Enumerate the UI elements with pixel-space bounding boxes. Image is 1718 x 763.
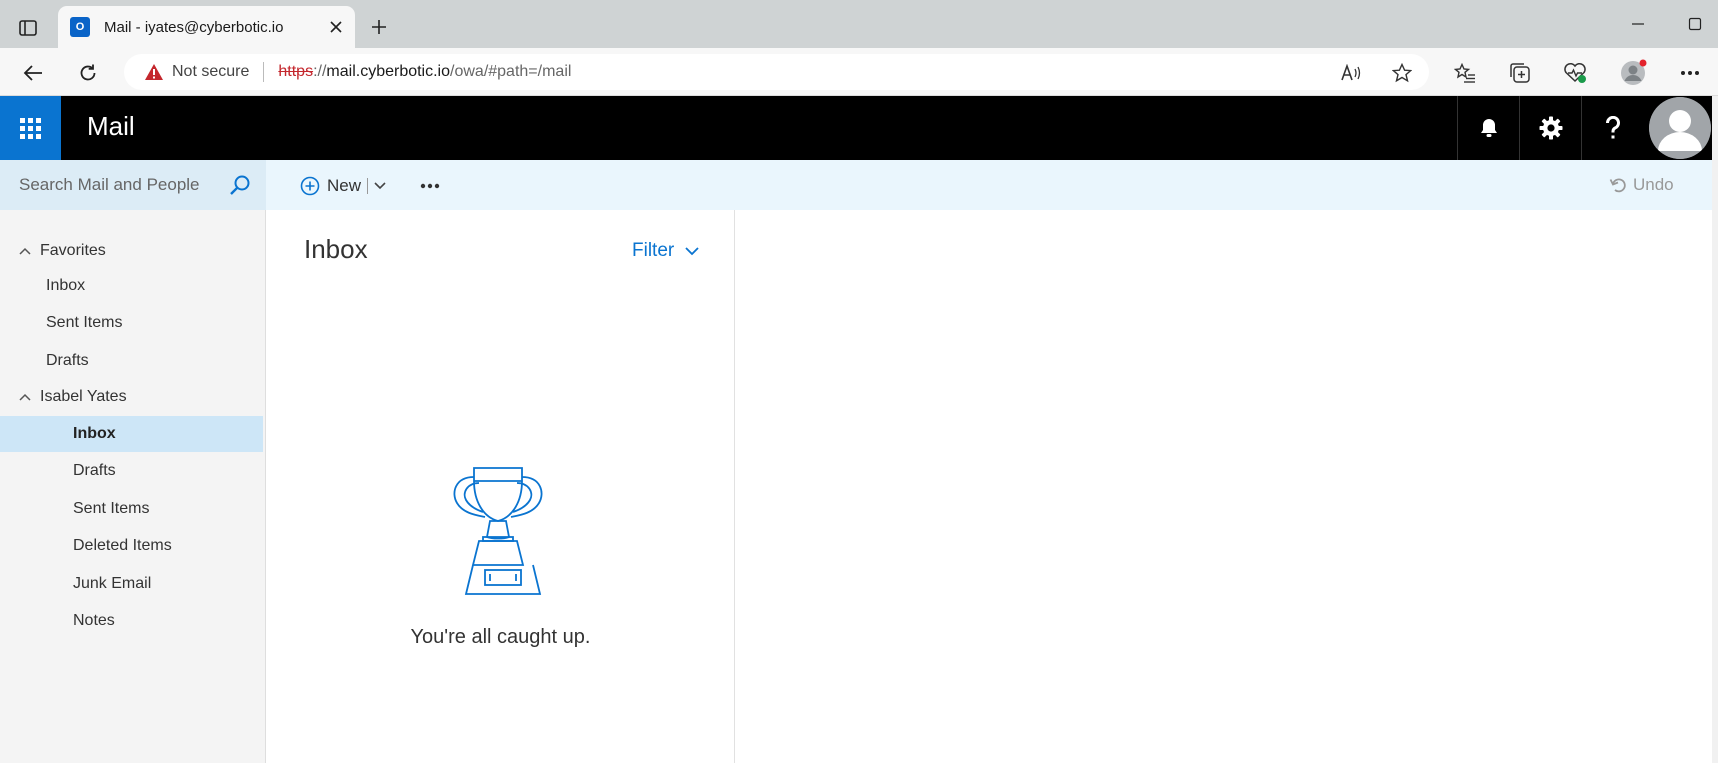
back-icon[interactable] (18, 58, 48, 88)
url-scheme: https (278, 63, 314, 80)
url-separator: :// (313, 63, 327, 80)
url-host: mail.cyberbotic.io (326, 63, 451, 80)
search-input[interactable] (19, 175, 219, 195)
favorites-label: Favorites (40, 242, 106, 259)
maximize-icon[interactable] (1678, 10, 1712, 38)
undo-icon (1609, 178, 1626, 193)
refresh-icon[interactable] (73, 58, 103, 88)
favorite-star-icon[interactable] (1389, 60, 1415, 86)
new-button-divider (367, 178, 369, 194)
url-text[interactable]: https://mail.cyberbotic.io/owa/#path=/ma… (278, 63, 571, 81)
tab-close-icon[interactable] (323, 14, 349, 40)
chevron-down-icon (684, 243, 700, 259)
folder-favorites-inbox[interactable]: Inbox (0, 268, 263, 304)
folder-favorites-drafts[interactable]: Drafts (0, 343, 263, 379)
search-icon[interactable] (228, 173, 252, 197)
empty-state-message: You're all caught up. (410, 626, 591, 648)
folder-favorites-sent-items[interactable]: Sent Items (0, 305, 263, 341)
message-list-title: Inbox (304, 234, 368, 264)
account-group-header[interactable]: Isabel Yates (0, 382, 266, 412)
new-tab-icon[interactable] (365, 13, 393, 41)
profile-icon[interactable] (1619, 59, 1647, 87)
settings-more-icon[interactable] (1676, 59, 1704, 87)
folder-notes[interactable]: Notes (0, 603, 263, 639)
folder-deleted-items[interactable]: Deleted Items (0, 528, 263, 564)
not-secure-label[interactable]: Not secure (172, 63, 249, 81)
app-title: Mail (87, 111, 135, 141)
search-box (0, 160, 266, 210)
settings-gear-icon[interactable] (1519, 96, 1581, 160)
message-list: Inbox Filter You're all caught up. (266, 210, 735, 763)
undo-button[interactable]: Undo (1609, 172, 1674, 198)
undo-label: Undo (1633, 175, 1674, 194)
add-circle-icon (300, 176, 320, 196)
folder-inbox[interactable]: Inbox (0, 416, 263, 452)
page-scrollbar[interactable] (1712, 96, 1718, 763)
chevron-down-icon[interactable] (372, 178, 388, 194)
new-button-label: New (327, 176, 362, 195)
browser-address-bar: Not secure https://mail.cyberbotic.io/ow… (0, 48, 1718, 96)
browser-essentials-icon[interactable] (1561, 59, 1589, 87)
owa-header: Mail (0, 96, 1718, 160)
filter-button[interactable]: Filter (632, 240, 700, 262)
favorites-list-icon[interactable] (1451, 59, 1479, 87)
more-options-icon[interactable] (416, 173, 444, 199)
app-launcher-icon[interactable] (0, 96, 61, 160)
address-divider (263, 62, 265, 82)
chevron-up-icon (18, 390, 32, 404)
collections-icon[interactable] (1506, 59, 1534, 87)
account-name-label: Isabel Yates (40, 388, 127, 405)
folder-junk-email[interactable]: Junk Email (0, 566, 263, 602)
tab-title: Mail - iyates@cyberbotic.io (104, 18, 284, 36)
read-aloud-icon[interactable] (1338, 60, 1364, 86)
command-bar: New Undo (0, 160, 1718, 210)
new-message-button[interactable]: New (300, 173, 388, 199)
outlook-icon: O (70, 17, 90, 37)
tab-actions-icon[interactable] (14, 14, 42, 42)
browser-tab-active[interactable]: O Mail - iyates@cyberbotic.io (58, 6, 355, 48)
chevron-up-icon (18, 244, 32, 258)
warning-icon (144, 62, 164, 82)
folder-pane: Favorites Inbox Sent Items Drafts Isabel… (0, 210, 266, 763)
help-icon[interactable] (1581, 96, 1643, 160)
minimize-icon[interactable] (1621, 10, 1655, 38)
url-path: /owa/#path=/mail (450, 63, 572, 80)
notifications-bell-icon[interactable] (1457, 96, 1519, 160)
folder-drafts[interactable]: Drafts (0, 453, 263, 489)
address-bar[interactable]: Not secure https://mail.cyberbotic.io/ow… (124, 54, 1429, 90)
reading-pane (735, 210, 1718, 763)
favorites-group-header[interactable]: Favorites (0, 236, 266, 266)
trophy-icon (453, 467, 543, 595)
filter-label: Filter (632, 240, 675, 261)
user-avatar[interactable] (1649, 97, 1711, 159)
browser-tab-bar: O Mail - iyates@cyberbotic.io (0, 0, 1718, 48)
folder-sent-items[interactable]: Sent Items (0, 491, 263, 527)
